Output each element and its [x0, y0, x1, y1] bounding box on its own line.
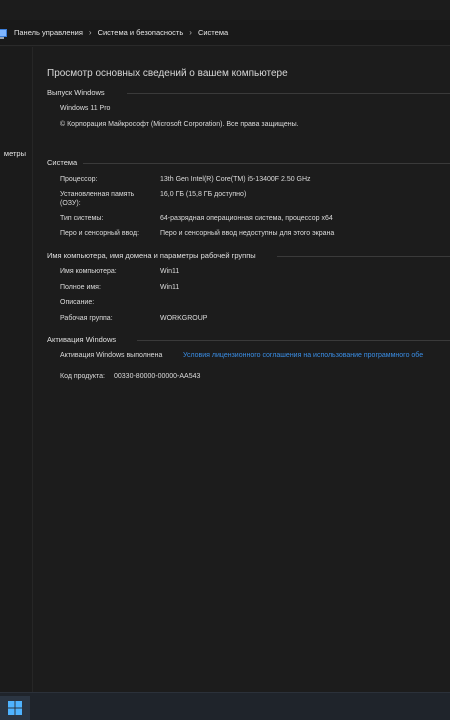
computer-name-header-text: Имя компьютера, имя домена и параметры р…: [47, 251, 256, 260]
full-name-label: Полное имя:: [60, 284, 101, 291]
memory-label-line2: (ОЗУ):: [60, 200, 81, 207]
windows-start-icon: [8, 701, 22, 715]
workgroup-label: Рабочая группа:: [60, 315, 113, 322]
activation-status: Активация Windows выполнена: [60, 352, 163, 359]
pen-touch-value: Перо и сенсорный ввод недоступны для это…: [160, 230, 335, 237]
nav-bullet-icon[interactable]: •: [0, 61, 3, 67]
computer-name-label: Имя компьютера:: [60, 268, 117, 275]
nav-bullet-icon[interactable]: •: [0, 110, 3, 116]
divider: [137, 340, 450, 341]
breadcrumb-control-panel[interactable]: Панель управления: [14, 28, 83, 37]
processor-label: Процессор:: [60, 176, 98, 183]
edition-section-header: Выпуск Windows: [47, 88, 450, 100]
workgroup-value: WORKGROUP: [160, 315, 208, 322]
breadcrumb-system[interactable]: Система: [198, 28, 228, 37]
system-section-header: Система: [47, 158, 450, 170]
memory-value: 16,0 ГБ (15,8 ГБ доступно): [160, 191, 247, 198]
breadcrumb-chevron-icon[interactable]: ›: [89, 28, 92, 37]
breadcrumb-chevron-icon[interactable]: ›: [189, 28, 192, 37]
system-type-label: Тип системы:: [60, 215, 104, 222]
activation-section-header: Активация Windows: [47, 335, 450, 347]
system-window: Панель управления › Система и безопаснос…: [0, 0, 450, 720]
memory-label: Установленная память: [60, 191, 135, 198]
computer-name-section-header: Имя компьютера, имя домена и параметры р…: [47, 251, 450, 263]
processor-value: 13th Gen Intel(R) Core(TM) i5-13400F 2.5…: [160, 176, 311, 183]
breadcrumb: Панель управления › Система и безопаснос…: [0, 20, 450, 46]
computer-name-value: Win11: [160, 268, 180, 275]
license-terms-link[interactable]: Условия лицензионного соглашения на испо…: [183, 352, 423, 359]
taskbar: [0, 692, 450, 720]
system-type-value: 64-разрядная операционная система, проце…: [160, 215, 333, 222]
activation-header-text: Активация Windows: [47, 335, 117, 344]
main-content: Просмотр основных сведений о вашем компь…: [34, 47, 450, 692]
control-panel-icon: [0, 27, 8, 39]
breadcrumb-system-and-security[interactable]: Система и безопасность: [98, 28, 184, 37]
nav-item-parameters[interactable]: метры: [4, 149, 26, 158]
divider: [277, 256, 450, 257]
pen-touch-label: Перо и сенсорный ввод:: [60, 230, 140, 237]
page-title: Просмотр основных сведений о вашем компь…: [47, 68, 288, 79]
full-name-value: Win11: [160, 284, 180, 291]
edition-copyright: © Корпорация Майкрософт (Microsoft Corpo…: [60, 121, 299, 128]
product-key-value: 00330-80000-00000-AA543: [114, 373, 201, 380]
description-label: Описание:: [60, 299, 95, 306]
left-navigation: • • метры: [0, 47, 33, 692]
system-header-text: Система: [47, 158, 78, 167]
divider: [83, 163, 450, 164]
divider: [127, 93, 450, 94]
product-key-label: Код продукта:: [60, 373, 105, 380]
edition-name: Windows 11 Pro: [60, 105, 111, 112]
start-button[interactable]: [0, 696, 30, 720]
edition-header-text: Выпуск Windows: [47, 88, 105, 97]
